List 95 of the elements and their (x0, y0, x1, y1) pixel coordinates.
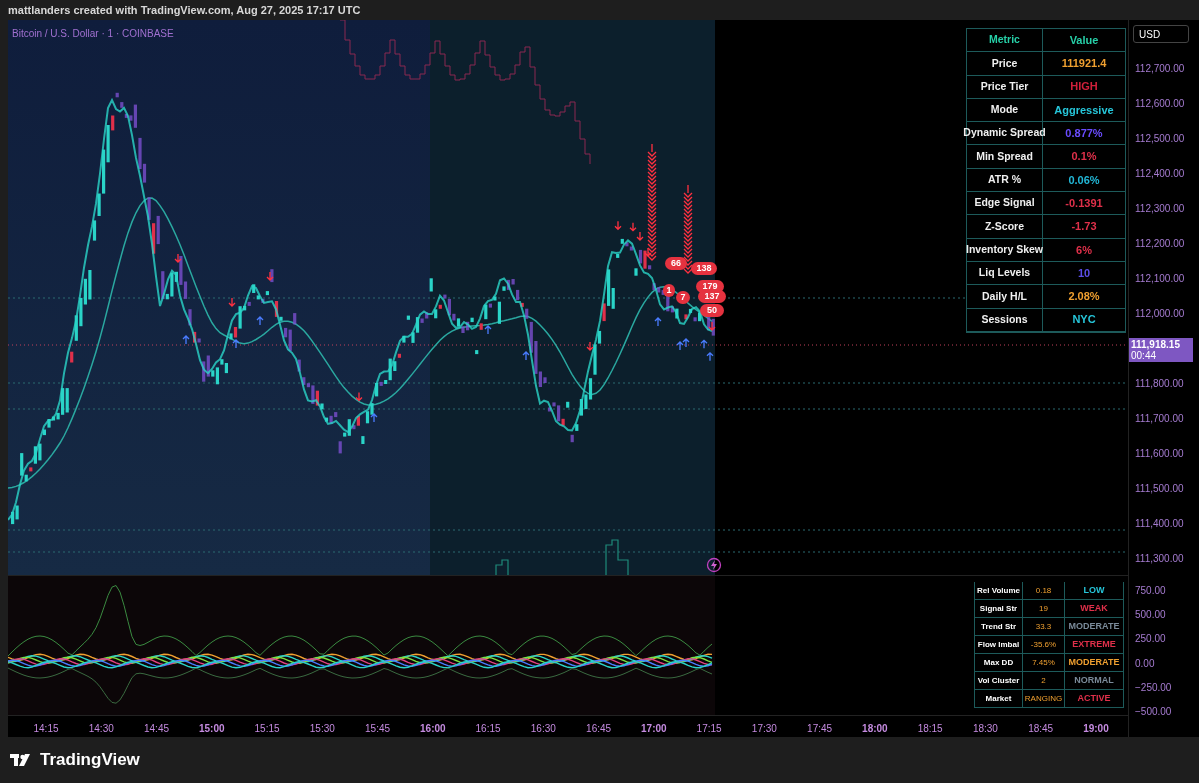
time-label: 15:30 (308, 722, 336, 736)
price-label: 111,500.00 (1135, 483, 1184, 495)
price-label: 111,800.00 (1135, 378, 1184, 390)
stat-label: Vol Cluster (975, 672, 1023, 689)
price-label: 112,000.00 (1135, 308, 1185, 320)
time-label: 15:45 (364, 722, 392, 736)
price-label: 112,500.00 (1135, 133, 1185, 145)
time-label: 17:15 (695, 722, 723, 736)
time-label: 18:45 (1027, 722, 1055, 736)
time-label: 16:30 (529, 722, 557, 736)
count-bubble: 137 (698, 290, 726, 303)
stat-label: Max DD (975, 654, 1023, 671)
stat-label: Signal Str (975, 600, 1023, 617)
time-label: 18:00 (861, 722, 889, 736)
price-label: 111,700.00 (1135, 413, 1184, 425)
currency-button[interactable]: USD (1133, 25, 1189, 43)
price-label: 111,300.00 (1135, 553, 1184, 565)
oscillator-label: 0.00 (1135, 657, 1155, 670)
price-label: 112,300.00 (1135, 203, 1185, 215)
count-bubble: 50 (700, 304, 724, 317)
stat-value: 2 (1023, 672, 1065, 689)
metric-label: ATR % (967, 168, 1043, 192)
bar-countdown: 00:44 (1131, 350, 1158, 361)
metric-label: Z-Score (967, 215, 1043, 238)
metric-value: NYC (1071, 312, 1097, 328)
stat-value: RANGING (1023, 690, 1065, 707)
stat-status: EXTREME (1071, 637, 1117, 651)
stat-status: MODERATE (1067, 655, 1121, 669)
metric-value: 10 (1076, 265, 1092, 281)
metric-value: HIGH (1069, 79, 1099, 95)
stat-status: ACTIVE (1076, 691, 1112, 705)
time-label: 14:15 (32, 722, 60, 736)
metric-label: Daily H/L (967, 285, 1043, 308)
stat-status: NORMAL (1073, 673, 1115, 687)
attribution-text: mattlanders created with TradingView.com, Aug 27, 2025 17:17 UTC (8, 2, 361, 18)
time-label: 18:30 (971, 722, 999, 736)
metric-label: Sessions (967, 308, 1043, 331)
time-label: 14:45 (143, 722, 171, 736)
price-label: 112,400.00 (1135, 168, 1185, 180)
metric-value: -0.1391 (1064, 195, 1104, 211)
stat-value: 33.3 (1023, 618, 1065, 635)
price-label: 112,600.00 (1135, 98, 1185, 110)
oscillator-label: −500.00 (1135, 706, 1172, 718)
metric-value: 2.08% (1067, 289, 1101, 305)
time-label: 15:15 (253, 722, 281, 736)
metric-value: Aggressive (1053, 102, 1115, 118)
metric-label: Liq Levels (967, 261, 1043, 285)
stat-value: 7.45% (1023, 654, 1065, 671)
price-label: 112,200.00 (1135, 238, 1185, 250)
stat-value: -35.6% (1023, 636, 1065, 653)
metric-value: 0.877% (1064, 126, 1104, 142)
last-price-value: 111,918.15 (1131, 339, 1181, 350)
stat-status: WEAK (1079, 601, 1109, 615)
price-label: 112,100.00 (1135, 273, 1185, 285)
stat-status: LOW (1082, 583, 1106, 597)
stat-status: MODERATE (1067, 619, 1121, 633)
stat-label: Flow Imbal (975, 636, 1023, 653)
time-label: 19:00 (1082, 722, 1110, 736)
time-label: 17:30 (750, 722, 778, 736)
column-header: Value (1068, 32, 1100, 48)
oscillator-label: −250.00 (1135, 681, 1172, 694)
price-label: 111,600.00 (1135, 448, 1184, 460)
brand-name: TradingView (40, 749, 140, 772)
metric-label: Price Tier (967, 75, 1043, 98)
stat-label: Market (975, 690, 1023, 707)
price-label: 112,700.00 (1135, 63, 1185, 75)
time-label: 16:00 (419, 722, 447, 736)
time-label: 18:15 (916, 722, 944, 736)
oscillator-label: 250.00 (1135, 633, 1166, 646)
stat-value: 19 (1023, 600, 1065, 617)
metric-value: 0.06% (1067, 172, 1101, 188)
time-label: 15:00 (197, 722, 226, 736)
stat-value: 0.18 (1023, 582, 1065, 599)
metric-label: Price (967, 52, 1043, 75)
metric-value: 111921.4 (1060, 56, 1108, 72)
count-bubble: 138 (691, 262, 717, 275)
oscillator-label: 750.00 (1135, 585, 1166, 597)
column-header: Metric (967, 29, 1043, 52)
time-label: 17:00 (640, 722, 668, 736)
time-label: 14:30 (87, 722, 115, 736)
time-label: 16:45 (585, 722, 613, 736)
metric-label: Inventory Skew (967, 238, 1043, 261)
metric-value: 6% (1075, 242, 1093, 258)
price-label: 111,400.00 (1135, 518, 1184, 530)
metric-value: -1.73 (1070, 219, 1098, 235)
time-label: 16:15 (474, 722, 502, 736)
stat-label: Trend Str (975, 618, 1023, 635)
metric-label: Edge Signal (967, 192, 1043, 215)
metric-label: Min Spread (967, 145, 1043, 168)
stat-label: Rel Volume (975, 582, 1023, 599)
oscillator-label: 500.00 (1135, 609, 1166, 622)
metric-value: 0.1% (1070, 149, 1098, 165)
metric-label: Mode (967, 98, 1043, 122)
time-label: 17:45 (806, 722, 834, 736)
symbol-title: Bitcoin / U.S. Dollar · 1 · COINBASE (12, 27, 174, 41)
